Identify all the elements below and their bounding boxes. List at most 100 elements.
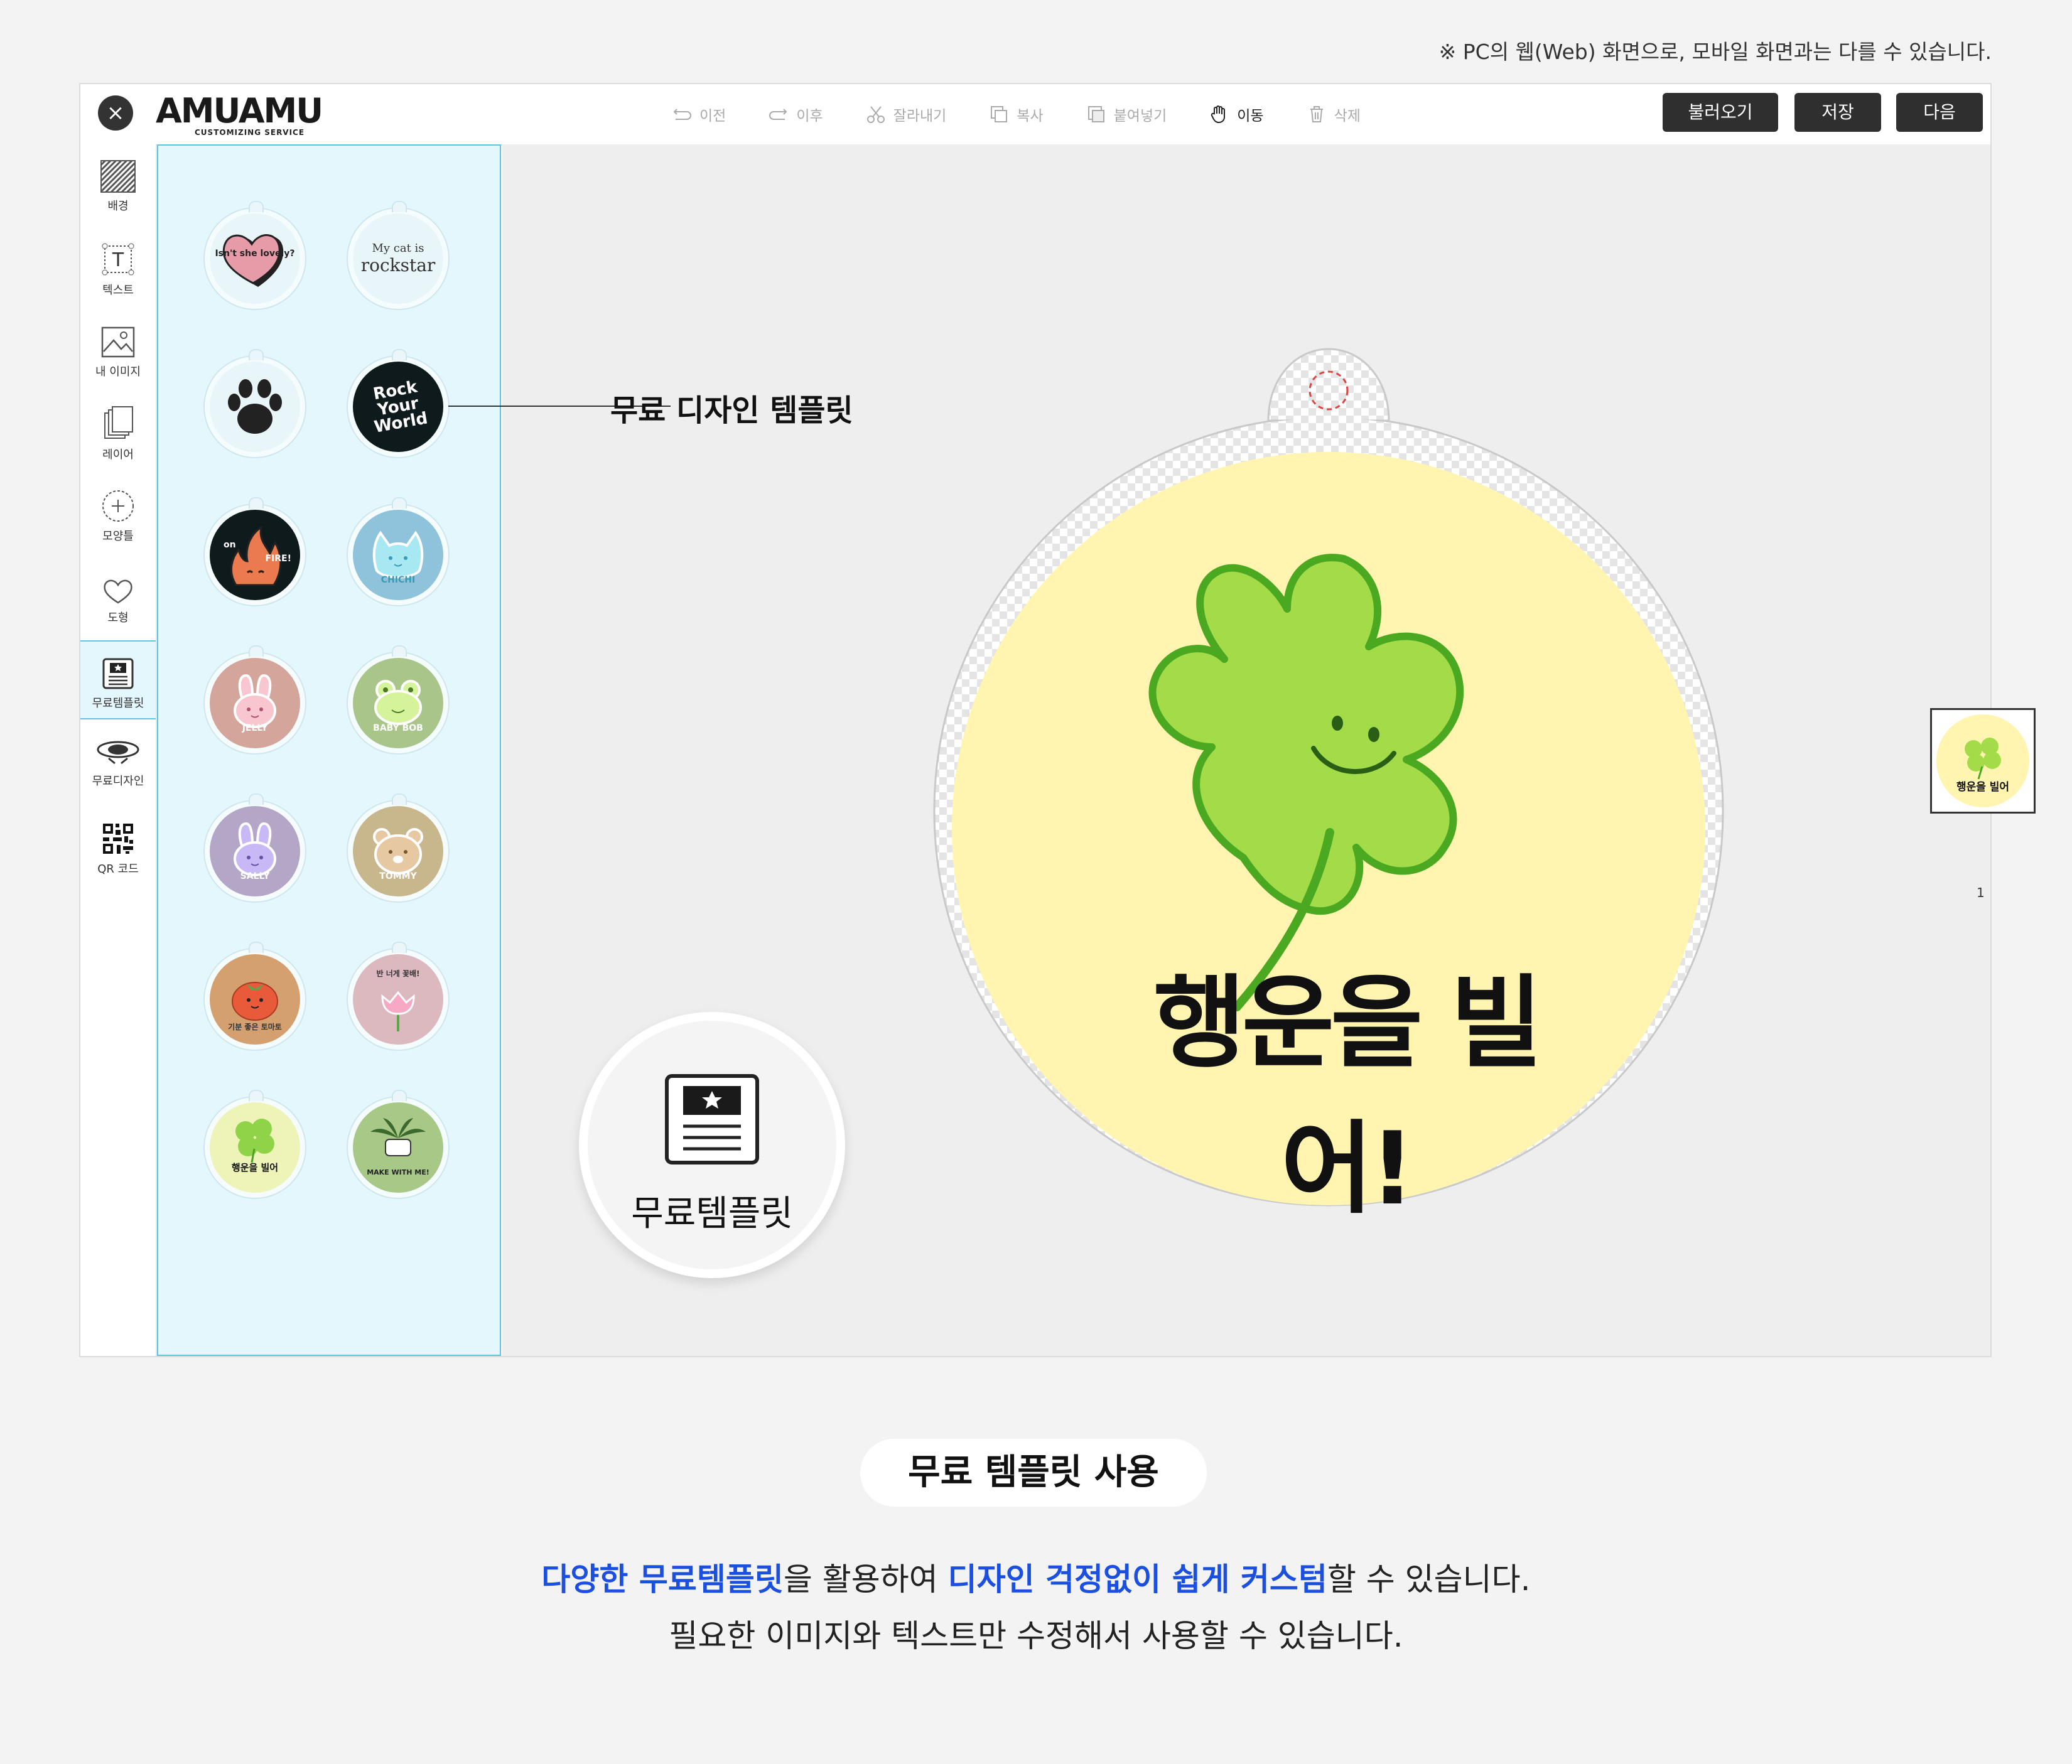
template-item[interactable]: CHICHI xyxy=(348,497,448,605)
redo-label: 이후 xyxy=(796,108,823,124)
sidebar-label-shape-frame: 모양틀 xyxy=(102,530,134,543)
template-item[interactable]: BABY BOB xyxy=(348,645,448,753)
sidebar-item-my-image[interactable]: 내 이미지 xyxy=(80,325,156,379)
template-item[interactable]: Isn't she lovely? xyxy=(205,201,305,309)
move-button[interactable]: 이동 xyxy=(1208,103,1264,126)
template-item[interactable] xyxy=(205,349,305,457)
sidebar-item-shape-frame[interactable]: 모양틀 xyxy=(80,488,156,544)
undo-button[interactable]: 이전 xyxy=(671,103,726,126)
sidebar-label-free-design: 무료디자인 xyxy=(92,775,144,788)
template-item[interactable]: 반 너게 꽃배! xyxy=(348,942,448,1050)
template-text: JELLY xyxy=(242,723,268,733)
template-text: FIRE! xyxy=(265,554,291,564)
sidebar-item-free-template[interactable]: 무료템플릿 xyxy=(80,640,156,719)
template-text: 행운을 빌어 xyxy=(231,1162,279,1173)
template-item[interactable]: 행운을 빌어 xyxy=(205,1090,305,1198)
template-text: rockstar xyxy=(360,255,436,276)
cut-button[interactable]: 잘라내기 xyxy=(865,103,946,126)
sidebar-label-qr-code: QR 코드 xyxy=(97,863,139,876)
pattern-icon xyxy=(100,160,136,193)
template-item[interactable]: 기분 좋은 토마토 xyxy=(205,942,305,1050)
template-item[interactable]: MAKE WITH ME! xyxy=(348,1090,448,1198)
template-text: 반 너게 꽃배! xyxy=(376,969,420,978)
template-icon xyxy=(102,658,134,689)
template-item[interactable]: on FIRE! xyxy=(205,497,305,605)
left-sidebar: 배경 T 텍스트 내 이미지 레이어 모양틀 도형 무료템플릿 무료디자인 QR… xyxy=(80,144,157,1356)
template-text: MAKE WITH ME! xyxy=(367,1168,429,1176)
template-item[interactable]: TOMMY xyxy=(348,793,448,901)
template-text-small: on xyxy=(224,540,236,550)
page-number: 1 xyxy=(1977,885,1985,900)
template-text: SALLY xyxy=(240,871,270,881)
sticker-main-text[interactable]: 행운을 빌어! xyxy=(1114,942,1578,1233)
paste-label: 붙여넣기 xyxy=(1113,108,1167,124)
hand-icon xyxy=(1211,105,1226,124)
sidebar-item-text[interactable]: T 텍스트 xyxy=(80,241,156,298)
undo-label: 이전 xyxy=(699,108,726,124)
section-title-pill: 무료 템플릿 사용 xyxy=(860,1439,1207,1507)
sidebar-item-layer[interactable]: 레이어 xyxy=(80,404,156,462)
description-line-2: 필요한 이미지와 텍스트만 수정해서 사용할 수 있습니다. xyxy=(669,1618,1403,1654)
template-item[interactable]: My cat is rockstar xyxy=(348,201,448,309)
image-icon xyxy=(101,326,135,358)
redo-button[interactable]: 이후 xyxy=(767,103,823,126)
copy-label: 복사 xyxy=(1017,108,1044,124)
sidebar-label-free-template: 무료템플릿 xyxy=(92,697,144,710)
description-text: 할 수 있습니다. xyxy=(1327,1561,1531,1598)
save-button[interactable]: 저장 xyxy=(1794,93,1881,132)
tulip-art xyxy=(381,991,415,1031)
template-item[interactable]: JELLY xyxy=(205,645,305,753)
delete-button[interactable]: 삭제 xyxy=(1305,103,1361,126)
next-button[interactable]: 다음 xyxy=(1896,93,1983,132)
sidebar-label-my-image: 내 이미지 xyxy=(95,365,141,379)
paw-icon xyxy=(228,379,282,434)
edit-tools: 이전 이후 잘라내기 복사 붙여넣기 이동 삭제 xyxy=(671,84,1402,144)
template-item[interactable]: SALLY xyxy=(205,793,305,901)
description-text: 을 활용하여 xyxy=(783,1561,948,1598)
highlight-free-templates: 다양한 무료템플릿 xyxy=(541,1561,784,1598)
badge-label: 무료템플릿 xyxy=(631,1193,793,1234)
highlight-easy-custom: 디자인 걱정없이 쉽게 커스텀 xyxy=(947,1561,1327,1598)
shape-frame-icon xyxy=(102,490,134,522)
scissors-icon xyxy=(866,106,885,123)
notice-text: ※ PC의 웹(Web) 화면으로, 모바일 화면과는 다를 수 있습니다. xyxy=(1438,40,1992,64)
template-icon xyxy=(665,1074,759,1164)
heart-icon xyxy=(104,579,132,604)
template-text: Rock Your World xyxy=(372,377,429,437)
template-item[interactable]: Rock Your World xyxy=(348,349,448,457)
paste-icon xyxy=(1087,106,1104,122)
copy-button[interactable]: 복사 xyxy=(988,103,1044,126)
sidebar-item-qr-code[interactable]: QR 코드 xyxy=(80,821,156,876)
load-button[interactable]: 불러오기 xyxy=(1663,93,1778,132)
thumbnail-preview xyxy=(1936,714,2029,807)
sidebar-label-background: 배경 xyxy=(107,200,129,213)
design-icon xyxy=(97,741,139,765)
sidebar-item-shape[interactable]: 도형 xyxy=(80,578,156,625)
redo-icon xyxy=(769,109,787,120)
undo-icon xyxy=(673,109,691,120)
sidebar-label-shape: 도형 xyxy=(107,611,129,625)
svg-text:T: T xyxy=(112,249,124,271)
thumbnail-text: 행운을 빌어 xyxy=(1956,781,2010,793)
sidebar-item-background[interactable]: 배경 xyxy=(80,159,156,213)
template-text: Isn't she lovely? xyxy=(215,249,295,259)
sidebar-label-layer: 레이어 xyxy=(102,448,134,461)
sidebar-label-text: 텍스트 xyxy=(102,284,134,297)
free-template-badge: 무료템플릿 xyxy=(579,1012,845,1278)
template-text: BABY BOB xyxy=(373,723,423,733)
plant-pot-art xyxy=(370,1118,426,1156)
description-line-1: 다양한 무료템플릿을 활용하여 디자인 걱정없이 쉽게 커스텀할 수 있습니다. xyxy=(0,1554,2072,1600)
template-text: TOMMY xyxy=(379,871,417,881)
editor-window: × AMUAMU CUSTOMIZING SERVICE 이전 이후 잘라내기 … xyxy=(79,83,2036,1357)
close-icon[interactable]: × xyxy=(98,95,133,131)
template-text: CHICHI xyxy=(380,575,416,585)
top-toolbar: × AMUAMU CUSTOMIZING SERVICE 이전 이후 잘라내기 … xyxy=(80,84,1990,146)
qr-icon xyxy=(102,822,134,855)
delete-label: 삭제 xyxy=(1334,108,1361,124)
paste-button[interactable]: 붙여넣기 xyxy=(1085,103,1167,126)
logo: AMUAMU xyxy=(156,91,323,131)
sidebar-item-free-design[interactable]: 무료디자인 xyxy=(80,734,156,788)
text-icon: T xyxy=(102,243,134,276)
page-thumbnail[interactable]: 행운을 빌어 xyxy=(1930,708,2036,814)
copy-icon xyxy=(991,106,1008,122)
